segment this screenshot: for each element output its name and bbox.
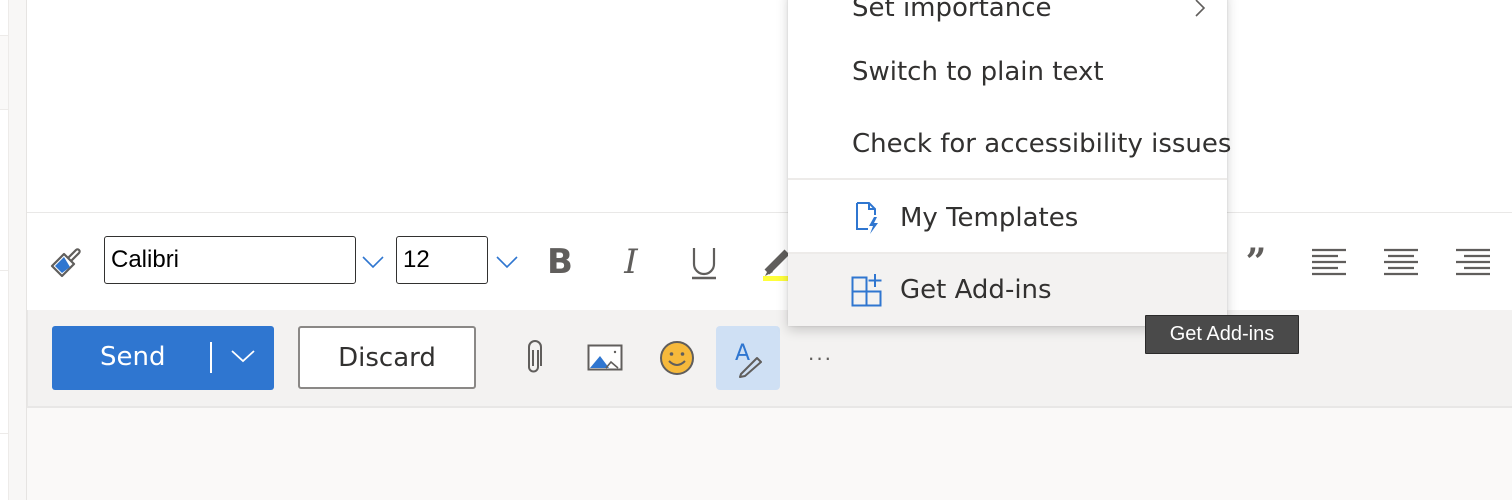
font-size-input[interactable]: 12 — [396, 236, 488, 284]
left-pane-item[interactable] — [0, 35, 8, 110]
format-painter-button[interactable] — [46, 240, 86, 284]
italic-button[interactable]: I — [611, 240, 651, 284]
italic-icon: I — [624, 242, 638, 282]
emoji-icon — [660, 341, 694, 375]
underline-icon — [692, 248, 716, 280]
insert-emoji-button[interactable] — [645, 326, 709, 390]
send-button[interactable]: Send — [52, 326, 274, 390]
menu-item-switch-to-plain-text[interactable]: Switch to plain text — [788, 36, 1227, 108]
tooltip: Get Add-ins — [1145, 315, 1299, 354]
editor-button[interactable]: A — [716, 326, 780, 390]
insert-picture-button[interactable] — [573, 326, 637, 390]
bold-icon: B — [547, 242, 573, 282]
align-right-button[interactable] — [1453, 240, 1493, 284]
menu-item-label: Get Add-ins — [900, 275, 1052, 305]
menu-item-label: My Templates — [900, 203, 1079, 233]
attach-file-button[interactable] — [502, 326, 566, 390]
send-options-chevron-icon[interactable] — [230, 346, 256, 366]
menu-item-check-accessibility[interactable]: Check for accessibility issues — [788, 108, 1231, 180]
underline-button[interactable] — [684, 240, 724, 284]
discard-label: Discard — [338, 342, 436, 373]
menu-divider — [788, 178, 1227, 180]
align-center-button[interactable] — [1381, 240, 1421, 284]
editor-pen-icon: A — [735, 341, 762, 378]
pane-gutter — [9, 0, 27, 500]
more-options-menu: Set importance Switch to plain text Chec… — [788, 0, 1231, 326]
left-pane-edge — [0, 0, 9, 500]
tooltip-text: Get Add-ins — [1169, 323, 1275, 345]
menu-item-my-templates[interactable]: My Templates — [788, 182, 1227, 254]
font-name-input[interactable]: Calibri — [104, 236, 356, 284]
menu-item-label: Check for accessibility issues — [852, 129, 1232, 159]
send-label: Send — [100, 342, 166, 372]
left-pane-item[interactable] — [0, 270, 8, 434]
send-split-divider — [210, 342, 212, 373]
font-size-dropdown-chevron-icon[interactable] — [494, 248, 520, 274]
templates-icon — [856, 202, 878, 234]
svg-text:A: A — [735, 341, 750, 366]
discard-button[interactable]: Discard — [298, 326, 476, 389]
submenu-chevron-icon — [1195, 0, 1206, 17]
align-left-button[interactable] — [1309, 240, 1349, 284]
menu-item-label: Set importance — [852, 0, 1052, 23]
picture-icon — [587, 344, 623, 371]
message-body[interactable] — [27, 0, 1512, 213]
align-center-icon — [1384, 248, 1418, 276]
more-icon: ··· — [807, 345, 833, 370]
format-painter-icon — [50, 248, 81, 278]
quote-button[interactable]: ” — [1236, 240, 1276, 284]
paperclip-icon — [528, 340, 542, 373]
quote-icon: ” — [1245, 241, 1267, 283]
bold-button[interactable]: B — [540, 240, 580, 284]
menu-item-label: Switch to plain text — [852, 57, 1104, 87]
align-right-icon — [1456, 248, 1490, 276]
add-ins-icon — [851, 274, 882, 307]
font-name-dropdown-chevron-icon[interactable] — [360, 248, 386, 274]
more-options-button[interactable]: ··· — [788, 326, 852, 390]
align-left-icon — [1312, 248, 1346, 276]
